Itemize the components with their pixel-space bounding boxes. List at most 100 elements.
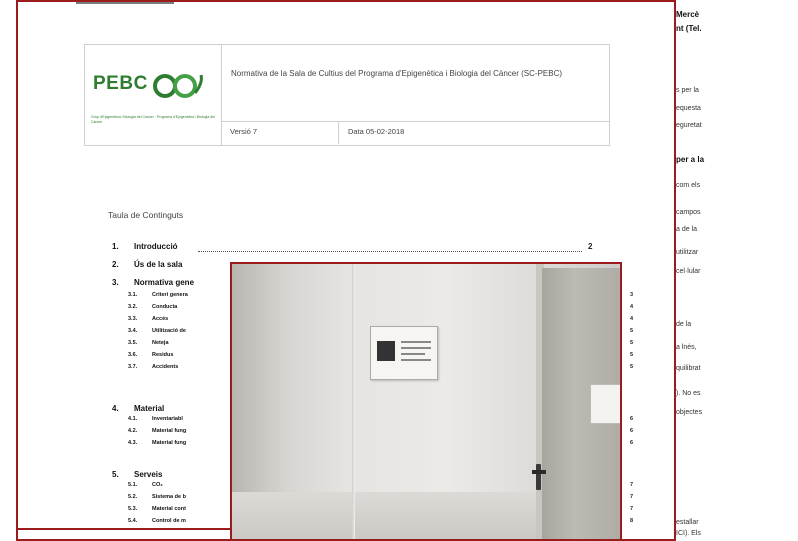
toc-subentry[interactable]: 5.4. Control de m [128, 518, 186, 524]
document-header: PEBC Grup d'Epigenètica i Biologia del C… [84, 44, 610, 146]
back-page-text-line: eguretat [676, 122, 702, 129]
toc-subentry[interactable]: 3.4. Utilització de [128, 328, 186, 334]
toc-subentry-number: 3.6. [128, 352, 138, 358]
toc-subentry-number: 4.2. [128, 428, 138, 434]
toc-subentry-page: 7 [630, 494, 634, 500]
toc-subentry-number: 4.1. [128, 416, 138, 422]
toc-subentry[interactable]: 5.3. Material cont [128, 506, 186, 512]
document-title: Normativa de la Sala de Cultius del Prog… [231, 69, 563, 78]
toc-subentry[interactable]: 5.1. CO₂ [128, 482, 163, 488]
toc-entry-label: Ús de la sala [134, 260, 183, 269]
toc-subentry[interactable]: 3.3. Accés [128, 316, 168, 322]
toc-title: Taula de Continguts [108, 210, 184, 220]
toc-entry-number: 2. [112, 260, 119, 269]
toc-subentry[interactable]: 3.6. Residus [128, 352, 173, 358]
toc-subentry-label: Neteja [152, 340, 169, 346]
back-page-text-line: utilitzar [676, 249, 699, 256]
toc-subentry-number: 3.5. [128, 340, 138, 346]
toc-leader-dots [198, 243, 582, 252]
door-lock-icon [536, 464, 541, 490]
back-page-text-line: equesta [676, 105, 701, 112]
back-page-text-line: s per la [676, 87, 699, 94]
toc-entry[interactable]: 4. Material [112, 404, 164, 413]
toc-entry[interactable]: 1. Introducció [112, 242, 178, 251]
back-page-text-line: campos [676, 209, 701, 216]
toc-subentry-label: Criteri genera [152, 292, 188, 298]
toc-entry-number: 4. [112, 404, 119, 413]
toc-subentry[interactable]: 4.2. Material fung [128, 428, 186, 434]
toc-subentry-number: 3.7. [128, 364, 138, 370]
top-page-fragment [76, 2, 174, 4]
header-divider [338, 122, 339, 144]
door-sign [590, 384, 620, 424]
toc-subentry[interactable]: 4.1. Inventariabl [128, 416, 183, 422]
back-page-text-line: objectes [676, 409, 703, 416]
toc-subentry-number: 5.2. [128, 494, 138, 500]
back-page-text-line: Mercè [676, 10, 700, 19]
date-label: Data 05-02-2018 [348, 127, 405, 136]
version-label: Versió 7 [230, 127, 258, 136]
toc-subentry-number: 5.1. [128, 482, 138, 488]
toc-subentry-label: Utilització de [152, 328, 186, 334]
toc-entry-label: Introducció [134, 242, 178, 251]
toc-subentry-label: Control de m [152, 518, 186, 524]
toc-subentry-number: 5.4. [128, 518, 138, 524]
toc-entry-number: 1. [112, 242, 119, 251]
toc-subentry[interactable]: 3.5. Neteja [128, 340, 169, 346]
back-page-text-line: estallar [676, 519, 699, 526]
back-page-right-column: Mercè nt (Tel. s per la equesta eguretat per … [672, 0, 798, 541]
page-bottom-edge [18, 528, 248, 539]
toc-entry-label: Normativa gene [134, 278, 195, 287]
back-page-text-line: a lnés, [676, 344, 697, 351]
logo-wordmark: PEBC [93, 73, 148, 94]
toc-subentry-page: 4 [630, 316, 634, 322]
toc-entry-number: 3. [112, 278, 119, 287]
toc-subentry[interactable]: 3.7. Accidents [128, 364, 178, 370]
toc-subentry-number: 4.3. [128, 440, 138, 446]
toc-subentry-label: Accés [152, 316, 169, 322]
toc-subentry-page: 6 [630, 428, 634, 434]
toc-subentry-page: 6 [630, 440, 634, 446]
toc-subentry[interactable]: 3.1. Criteri genera [128, 292, 188, 298]
back-page-text-line: com els [676, 182, 701, 189]
wall-notice [370, 326, 438, 380]
toc-subentry[interactable]: 5.2. Sistema de b [128, 494, 186, 500]
toc-subentry-label: Residus [152, 352, 174, 358]
toc-subentry-page: 6 [630, 416, 634, 422]
toc-subentry-page: 5 [630, 328, 634, 334]
notice-text-line [401, 359, 431, 361]
toc-subentry-number: 3.2. [128, 304, 138, 310]
toc-page-number: 2 [588, 242, 593, 251]
toc-entry-number: 5. [112, 470, 119, 479]
toc-entry[interactable]: 2. Ús de la sala [112, 260, 182, 269]
toc-subentry-number: 3.3. [128, 316, 138, 322]
toc-subentry-label: CO₂ [152, 482, 163, 488]
toc-subentry-page: 5 [630, 352, 634, 358]
toc-subentry-label: Material fung [152, 428, 187, 434]
toc-entry-label: Serveis [134, 470, 163, 479]
toc-subentry-page: 7 [630, 506, 634, 512]
toc-subentry-page: 3 [630, 292, 634, 298]
back-page-text-line: ). No es [676, 390, 701, 397]
toc-subentry-number: 3.1. [128, 292, 138, 298]
toc-entry[interactable]: 3. Normativa gene [112, 278, 194, 287]
back-page-text-line: ICI). Els [676, 530, 701, 537]
pebc-logo-icon [153, 74, 203, 98]
toc-subentry-page: 4 [630, 304, 634, 310]
back-page-text-line: a de la [676, 226, 698, 233]
back-page-text-line: quilibrat [676, 365, 701, 372]
toc-subentry[interactable]: 4.3. Material fung [128, 440, 186, 446]
toc-subentry-label: Inventariabl [152, 416, 183, 422]
door-photo [230, 262, 622, 541]
notice-text-line [401, 353, 425, 355]
toc-subentry[interactable]: 3.2. Conducta [128, 304, 177, 310]
toc-subentry-page: 5 [630, 364, 634, 370]
toc-subentry-number: 5.3. [128, 506, 138, 512]
toc-entry[interactable]: 5. Serveis [112, 470, 162, 479]
toc-subentry-label: Material fung [152, 440, 187, 446]
header-meta-row: Versió 7 Data 05-02-2018 [222, 121, 609, 144]
notice-text-line [401, 347, 431, 349]
toc-entry-label: Material [134, 404, 165, 413]
toc-subentry-page: 5 [630, 340, 634, 346]
toc-subentry-page: 8 [630, 518, 634, 524]
